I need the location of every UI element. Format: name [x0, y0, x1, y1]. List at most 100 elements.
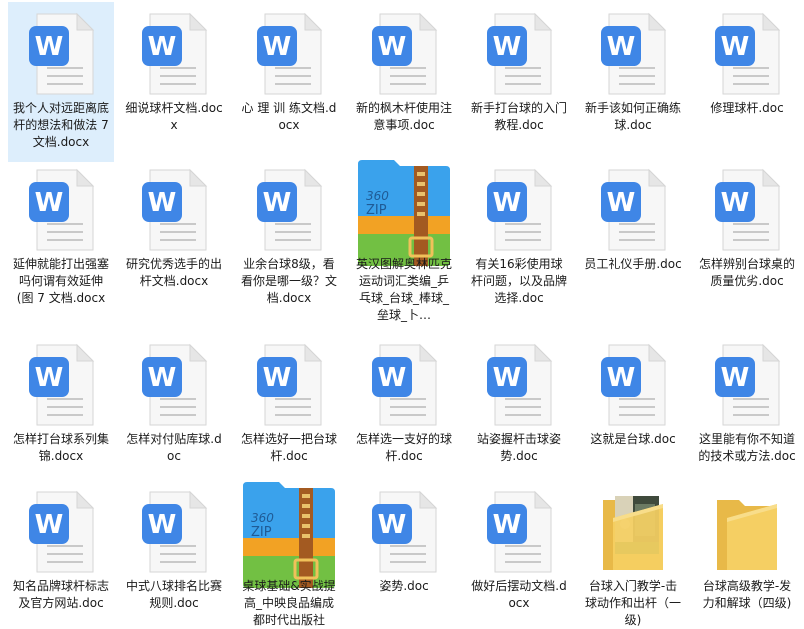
word-doc-icon: W — [23, 488, 99, 576]
svg-text:W: W — [35, 363, 64, 393]
svg-text:W: W — [378, 32, 407, 62]
svg-text:W: W — [493, 32, 522, 62]
svg-text:ZIP: ZIP — [366, 203, 387, 218]
word-doc-icon: W — [23, 166, 99, 254]
svg-text:W: W — [721, 32, 750, 62]
svg-text:W: W — [35, 510, 64, 540]
file-item[interactable]: W 研究优秀选手的出杆文档.docx — [121, 158, 227, 333]
svg-text:360: 360 — [366, 189, 389, 203]
svg-text:W: W — [263, 363, 292, 393]
file-item[interactable]: W 这里能有你不知道的技术或方法.doc — [694, 333, 800, 480]
file-name-label: 英汉图解奥林匹克运动词汇类编_乒乓球_台球_棒球_垒球_卜… — [355, 257, 452, 322]
word-doc-icon: W — [136, 488, 212, 576]
file-item[interactable]: W 姿势.doc — [351, 480, 457, 626]
word-doc-icon: W — [709, 166, 785, 254]
file-name-label: 研究优秀选手的出杆文档.docx — [125, 257, 222, 288]
file-item[interactable]: W 这就是台球.doc — [580, 333, 686, 480]
file-item[interactable]: W 员工礼仪手册.doc — [580, 158, 686, 333]
zip-archive-icon: 360 ZIP — [243, 482, 335, 588]
word-doc-icon: W — [595, 341, 671, 429]
word-doc-icon: W — [366, 488, 442, 576]
word-doc-icon: W — [23, 341, 99, 429]
svg-text:W: W — [721, 363, 750, 393]
file-item[interactable]: W 怎样选好一把台球杆.doc — [236, 333, 342, 480]
file-item[interactable]: W 知名品牌球杆标志及官方网站.doc — [8, 480, 114, 626]
svg-text:W: W — [378, 510, 407, 540]
file-item[interactable]: W 延伸就能打出强塞吗何谓有效延伸(图 7 文档.docx — [8, 158, 114, 333]
file-name-label: 姿势.doc — [379, 579, 429, 593]
zip-archive-icon: 360 ZIP — [358, 160, 450, 266]
file-name-label: 怎样辨别台球桌的质量优劣.doc — [698, 257, 795, 288]
file-name-label: 怎样打台球系列集锦.docx — [12, 432, 109, 463]
word-doc-icon: W — [251, 10, 327, 98]
svg-text:W: W — [607, 32, 636, 62]
word-doc-icon: W — [366, 341, 442, 429]
file-item[interactable]: 台球高级教学-发力和解球（四级) — [694, 480, 800, 626]
file-item[interactable]: W 站姿握杆击球姿势.doc — [466, 333, 572, 480]
folder-with-photo-icon — [595, 490, 671, 578]
file-item[interactable]: 360 ZIP 英汉图解奥林匹克运动词汇类编_乒乓球_台球_棒球_垒球_卜… — [351, 158, 457, 333]
file-name-label: 延伸就能打出强塞吗何谓有效延伸(图 7 文档.docx — [12, 257, 109, 305]
svg-text:W: W — [148, 363, 177, 393]
file-item[interactable]: W 怎样选一支好的球杆.doc — [351, 333, 457, 480]
file-name-label: 业余台球8级，看看你是哪一级？文档.docx — [240, 257, 337, 305]
file-name-label: 修理球杆.doc — [710, 101, 784, 115]
file-name-label: 心 理 训 练文档.docx — [241, 101, 337, 132]
file-name-label: 桌球基础&实战提高_中映良品编成都时代出版社 — [242, 579, 336, 627]
file-item[interactable]: W 新手打台球的入门教程.doc — [466, 2, 572, 162]
file-name-label: 这就是台球.doc — [590, 432, 676, 446]
word-doc-icon: W — [481, 341, 557, 429]
word-doc-icon: W — [481, 10, 557, 98]
file-name-label: 台球入门教学-击球动作和出杆（一级) — [584, 579, 681, 627]
file-name-label: 有关16彩使用球杆问题，以及品牌选择.doc — [470, 257, 567, 305]
svg-text:W: W — [607, 363, 636, 393]
folder-icon — [709, 490, 785, 578]
word-doc-icon: W — [136, 166, 212, 254]
file-name-label: 中式八球排名比赛规则.doc — [125, 579, 222, 610]
file-name-label: 新手该如何正确练球.doc — [584, 101, 681, 132]
file-item[interactable]: W 中式八球排名比赛规则.doc — [121, 480, 227, 626]
file-item[interactable]: W 新手该如何正确练球.doc — [580, 2, 686, 162]
word-doc-icon: W — [136, 341, 212, 429]
file-name-label: 新的枫木杆使用注意事项.doc — [355, 101, 452, 132]
file-name-label: 细说球杆文档.docx — [125, 101, 223, 132]
svg-text:W: W — [263, 32, 292, 62]
file-item[interactable]: 台球入门教学-击球动作和出杆（一级) — [580, 480, 686, 627]
svg-text:W: W — [493, 510, 522, 540]
file-item[interactable]: W 有关16彩使用球杆问题，以及品牌选择.doc — [466, 158, 572, 333]
word-doc-icon: W — [251, 166, 327, 254]
svg-text:ZIP: ZIP — [251, 525, 272, 540]
file-item[interactable]: W 怎样对付贴库球.doc — [121, 333, 227, 480]
word-doc-icon: W — [709, 341, 785, 429]
file-name-label: 知名品牌球杆标志及官方网站.doc — [12, 579, 109, 610]
file-name-label: 新手打台球的入门教程.doc — [470, 101, 567, 132]
file-name-label: 怎样选一支好的球杆.doc — [355, 432, 452, 463]
file-item[interactable]: W 我个人对远距离底杆的想法和做法 7 文档.docx — [8, 2, 114, 162]
svg-text:360: 360 — [251, 511, 274, 525]
file-grid: W 我个人对远距离底杆的想法和做法 7 文档.docx W 细说球杆文档.doc… — [0, 0, 804, 627]
file-item[interactable]: W 怎样辨别台球桌的质量优劣.doc — [694, 158, 800, 333]
word-doc-icon: W — [23, 10, 99, 98]
file-item[interactable]: 360 ZIP 桌球基础&实战提高_中映良品编成都时代出版社 — [236, 480, 342, 627]
word-doc-icon: W — [366, 10, 442, 98]
svg-text:W: W — [607, 188, 636, 218]
file-item[interactable]: W 业余台球8级，看看你是哪一级？文档.docx — [236, 158, 342, 333]
file-item[interactable]: W 修理球杆.doc — [694, 2, 800, 162]
file-item[interactable]: W 新的枫木杆使用注意事项.doc — [351, 2, 457, 162]
svg-text:W: W — [35, 188, 64, 218]
file-name-label: 台球高级教学-发力和解球（四级) — [702, 579, 792, 610]
svg-text:W: W — [148, 32, 177, 62]
svg-text:W: W — [148, 188, 177, 218]
svg-text:W: W — [721, 188, 750, 218]
file-item[interactable]: W 细说球杆文档.docx — [121, 2, 227, 162]
file-item[interactable]: W 怎样打台球系列集锦.docx — [8, 333, 114, 480]
word-doc-icon: W — [481, 166, 557, 254]
file-name-label: 怎样对付贴库球.doc — [126, 432, 222, 463]
svg-text:W: W — [493, 188, 522, 218]
file-name-label: 怎样选好一把台球杆.doc — [240, 432, 337, 463]
file-item[interactable]: W 做好后摆动文档.docx — [466, 480, 572, 626]
word-doc-icon: W — [251, 341, 327, 429]
file-item[interactable]: W 心 理 训 练文档.docx — [236, 2, 342, 162]
word-doc-icon: W — [595, 166, 671, 254]
file-name-label: 我个人对远距离底杆的想法和做法 7 文档.docx — [12, 101, 109, 149]
